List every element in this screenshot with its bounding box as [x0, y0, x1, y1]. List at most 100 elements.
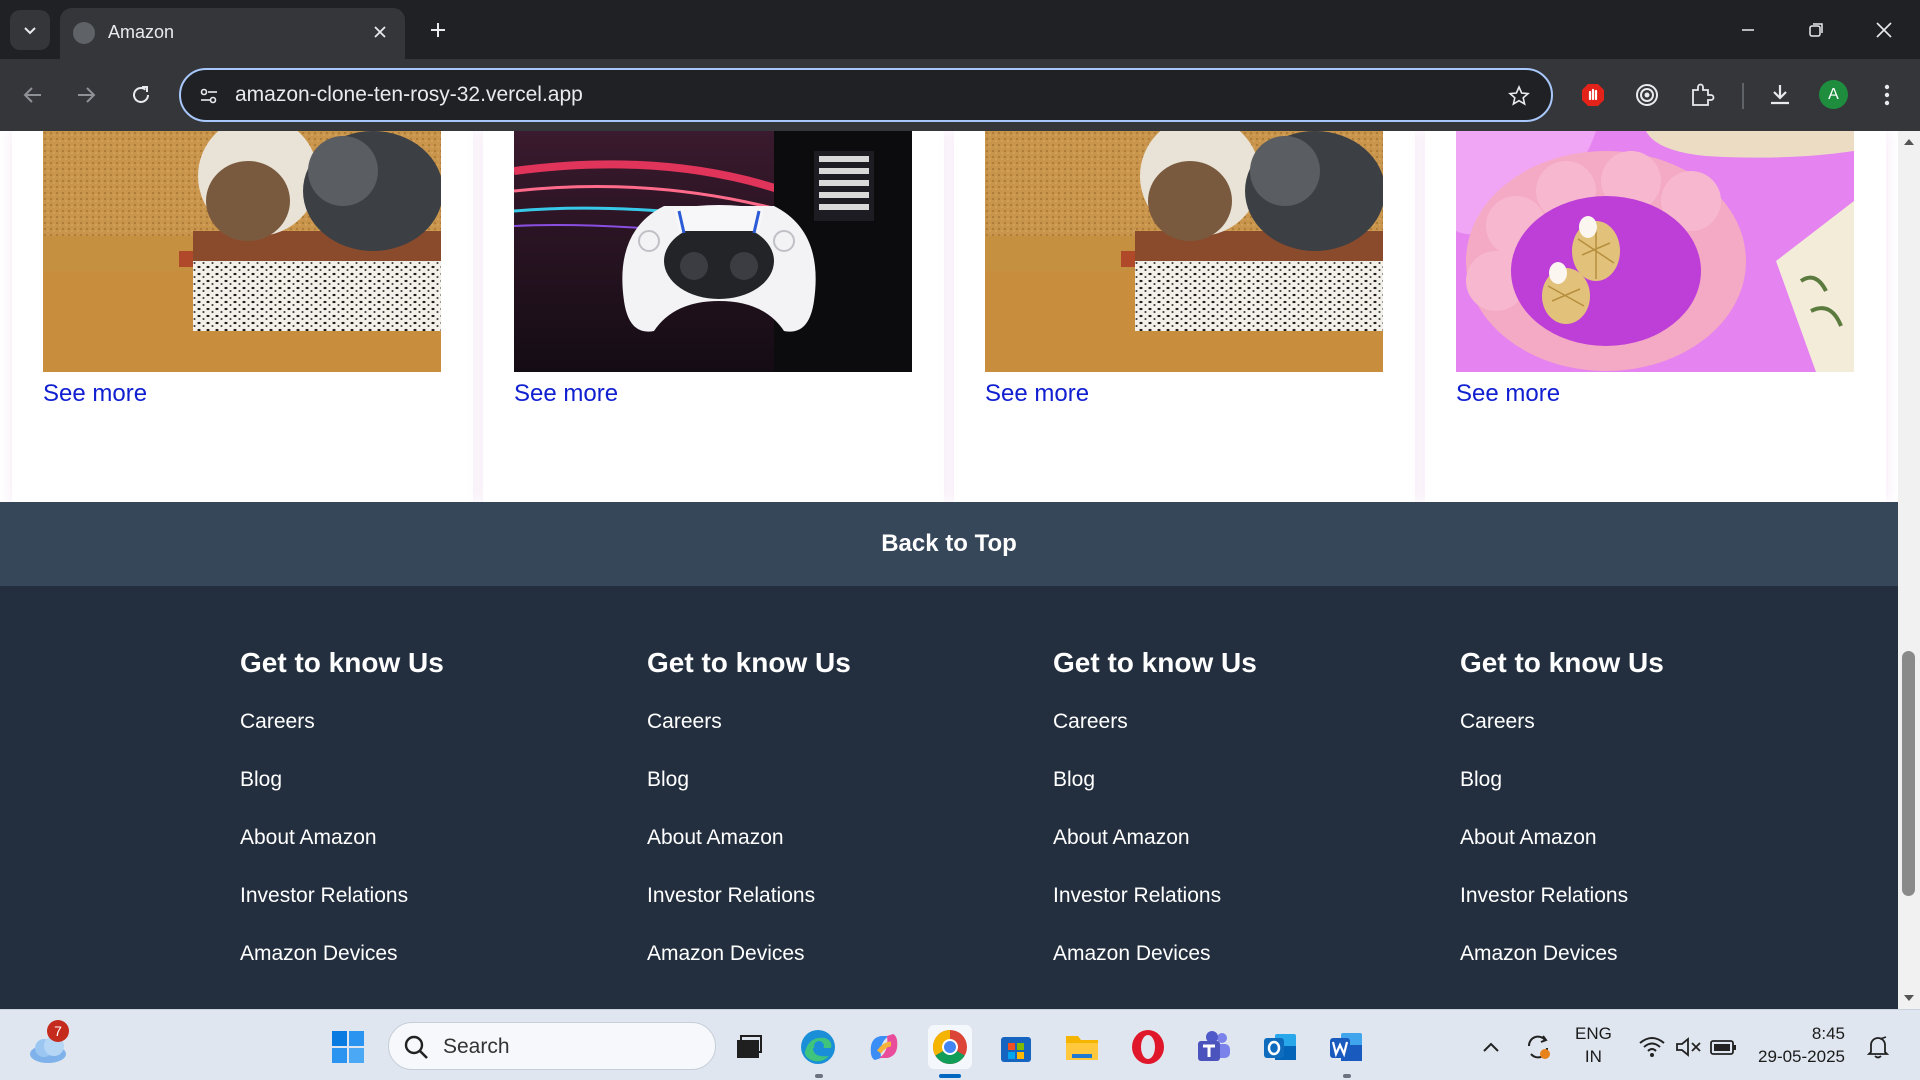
taskbar-search-input[interactable]: Search — [388, 1022, 716, 1070]
search-icon — [404, 1035, 428, 1059]
footer-link-devices[interactable]: Amazon Devices — [647, 942, 805, 966]
footer-link-blog[interactable]: Blog — [1053, 768, 1095, 792]
footer-link-blog[interactable]: Blog — [1460, 768, 1502, 792]
site-info-icon[interactable] — [195, 82, 223, 110]
product-card-row: See more See more See more See more — [0, 131, 1898, 502]
edge-browser-icon[interactable] — [796, 1025, 840, 1069]
restore-button[interactable] — [1782, 0, 1850, 59]
scroll-up-arrow-icon[interactable] — [1898, 133, 1920, 151]
more-menu-icon[interactable] — [1867, 75, 1907, 115]
toolbar-divider — [1742, 83, 1744, 109]
running-indicator — [1343, 1074, 1351, 1078]
tab-title: Amazon — [108, 22, 175, 42]
arrow-right-icon — [78, 87, 96, 103]
footer-link-about[interactable]: About Amazon — [240, 826, 377, 850]
chevron-up-icon[interactable] — [1469, 1025, 1513, 1069]
target-extension-icon[interactable] — [1627, 75, 1667, 115]
footer-link-careers[interactable]: Careers — [647, 710, 722, 734]
browser-tab[interactable]: Amazon — [60, 8, 405, 59]
card-image-game-controller[interactable] — [514, 131, 912, 372]
sync-icon[interactable] — [1516, 1025, 1560, 1069]
footer-link-about[interactable]: About Amazon — [1460, 826, 1597, 850]
teams-icon[interactable] — [1192, 1025, 1236, 1069]
word-icon[interactable] — [1324, 1025, 1368, 1069]
copilot-icon[interactable] — [862, 1025, 906, 1069]
tab-close-button[interactable] — [365, 17, 395, 47]
file-explorer-icon[interactable] — [1060, 1025, 1104, 1069]
tab-strip: Amazon — [0, 0, 1920, 59]
footer-link-investor[interactable]: Investor Relations — [647, 884, 815, 908]
chrome-browser-icon[interactable] — [928, 1025, 972, 1069]
minimize-button[interactable] — [1714, 0, 1782, 59]
region-code: IN — [1584, 1047, 1602, 1066]
page-scrollbar[interactable] — [1898, 131, 1920, 1009]
url-text[interactable]: amazon-clone-ten-rosy-32.vercel.app — [235, 83, 583, 107]
extensions-puzzle-icon[interactable] — [1682, 75, 1722, 115]
plus-icon — [431, 23, 445, 37]
running-indicator — [939, 1074, 961, 1078]
card-image-cat-in-box[interactable] — [43, 131, 441, 372]
battery-icon[interactable] — [1702, 1025, 1746, 1069]
footer-link-investor[interactable]: Investor Relations — [1460, 884, 1628, 908]
notification-badge: 7 — [47, 1020, 69, 1042]
adblock-extension-icon[interactable] — [1573, 75, 1613, 115]
reload-icon — [133, 86, 149, 103]
clock-time: 8:45 — [1811, 1024, 1845, 1043]
footer-link-about[interactable]: About Amazon — [647, 826, 784, 850]
restore-icon — [1809, 22, 1823, 37]
profile-avatar[interactable]: A — [1819, 80, 1848, 109]
footer-link-careers[interactable]: Careers — [1460, 710, 1535, 734]
footer-link-devices[interactable]: Amazon Devices — [1460, 942, 1618, 966]
product-card: See more — [1425, 131, 1886, 502]
product-card: See more — [12, 131, 473, 502]
see-more-link[interactable]: See more — [1456, 380, 1560, 408]
footer-link-blog[interactable]: Blog — [240, 768, 282, 792]
clock-date: 29-05-2025 — [1758, 1047, 1845, 1066]
window-close-button[interactable] — [1850, 0, 1918, 59]
task-view-icon[interactable] — [727, 1025, 771, 1069]
address-bar[interactable]: amazon-clone-ten-rosy-32.vercel.app — [179, 68, 1553, 122]
tab-search-button[interactable] — [10, 10, 50, 50]
microsoft-store-icon[interactable] — [994, 1025, 1038, 1069]
footer-column-title: Get to know Us — [1460, 647, 1664, 678]
footer-column-title: Get to know Us — [240, 647, 444, 678]
back-to-top-bar[interactable]: Back to Top — [0, 502, 1898, 586]
footer-link-blog[interactable]: Blog — [647, 768, 689, 792]
download-icon[interactable] — [1760, 75, 1800, 115]
notification-bell-icon[interactable] — [1856, 1025, 1900, 1069]
reload-button[interactable] — [119, 73, 163, 117]
page-viewport: See more See more See more See more Back… — [0, 131, 1898, 1009]
scrollbar-thumb[interactable] — [1902, 651, 1915, 896]
footer: Get to know Us Careers Blog About Amazon… — [0, 586, 1898, 1009]
see-more-link[interactable]: See more — [514, 380, 618, 408]
new-tab-button[interactable] — [420, 12, 456, 48]
opera-browser-icon[interactable] — [1126, 1025, 1170, 1069]
card-image-cat-in-box[interactable] — [985, 131, 1383, 372]
footer-column-title: Get to know Us — [1053, 647, 1257, 678]
footer-link-investor[interactable]: Investor Relations — [1053, 884, 1221, 908]
footer-link-investor[interactable]: Investor Relations — [240, 884, 408, 908]
outlook-icon[interactable] — [1258, 1025, 1302, 1069]
forward-button[interactable] — [64, 73, 108, 117]
windows-taskbar: 7 Search ENG IN 8:45 29-05-2025 — [0, 1009, 1920, 1080]
back-button[interactable] — [11, 73, 55, 117]
footer-link-devices[interactable]: Amazon Devices — [240, 942, 398, 966]
language-indicator[interactable]: ENG IN — [1575, 1022, 1612, 1068]
minimize-icon — [1742, 28, 1754, 31]
footer-link-devices[interactable]: Amazon Devices — [1053, 942, 1211, 966]
footer-link-careers[interactable]: Careers — [240, 710, 315, 734]
bookmark-star-icon[interactable] — [1505, 82, 1533, 110]
footer-link-careers[interactable]: Careers — [1053, 710, 1128, 734]
globe-icon — [73, 22, 95, 44]
see-more-link[interactable]: See more — [43, 380, 147, 408]
footer-link-about[interactable]: About Amazon — [1053, 826, 1190, 850]
close-icon — [374, 26, 386, 38]
browser-toolbar: amazon-clone-ten-rosy-32.vercel.app A — [0, 59, 1920, 131]
see-more-link[interactable]: See more — [985, 380, 1089, 408]
running-indicator — [815, 1074, 823, 1078]
system-clock[interactable]: 8:45 29-05-2025 — [1750, 1022, 1845, 1068]
footer-column-title: Get to know Us — [647, 647, 851, 678]
windows-start-icon[interactable] — [326, 1025, 370, 1069]
scroll-down-arrow-icon[interactable] — [1898, 989, 1920, 1007]
card-image-pink-earrings[interactable] — [1456, 131, 1854, 372]
